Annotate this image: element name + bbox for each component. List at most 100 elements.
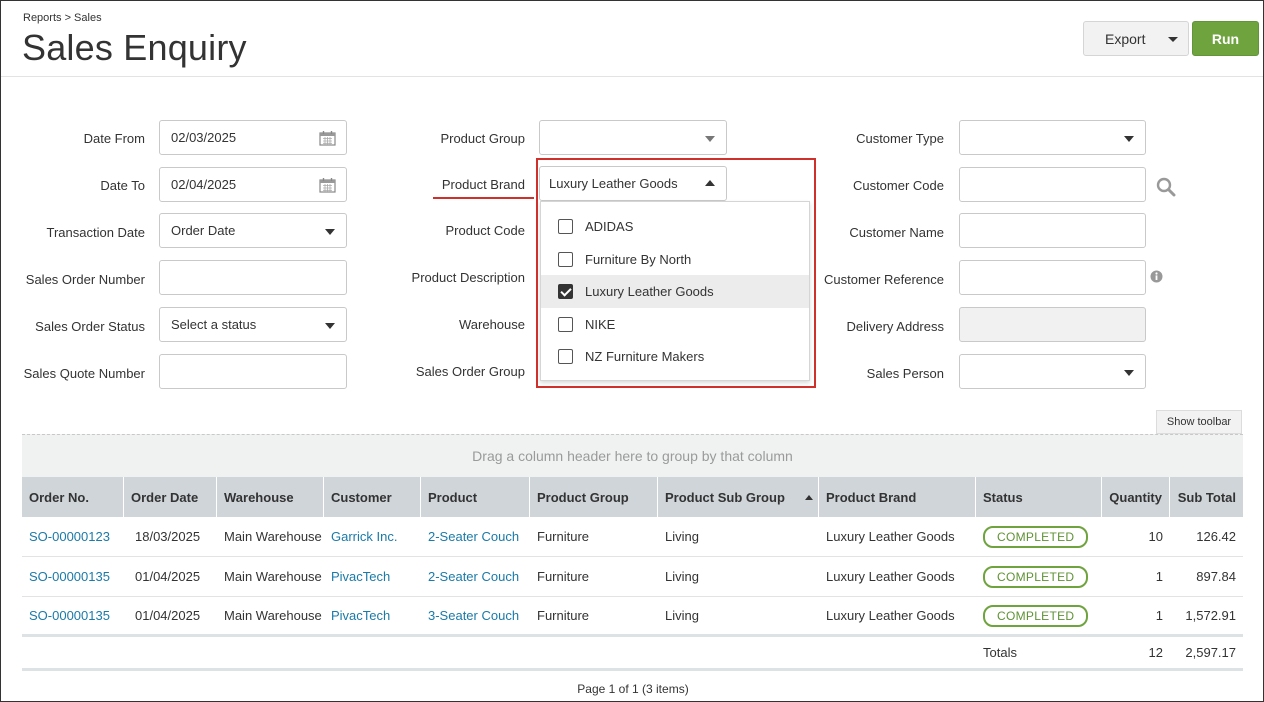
product-group-select[interactable]: [539, 120, 727, 155]
sales-order-number-input[interactable]: [159, 260, 347, 295]
order-no-link[interactable]: SO-00000123: [22, 517, 110, 556]
customer-link[interactable]: PivacTech: [324, 557, 390, 596]
customer-link[interactable]: PivacTech: [324, 596, 390, 635]
product-group-cell: Furniture: [537, 569, 590, 584]
column-header-order-date[interactable]: Order Date: [124, 477, 217, 517]
sales-order-number-label: Sales Order Number: [25, 272, 145, 287]
customer-name-label: Customer Name: [849, 225, 944, 240]
product-group-cell: Furniture: [537, 608, 590, 623]
column-header-customer[interactable]: Customer: [324, 477, 421, 517]
export-button[interactable]: Export: [1083, 21, 1189, 56]
chevron-down-icon: [1124, 370, 1134, 376]
group-by-drop-area[interactable]: Drag a column header here to group by th…: [22, 434, 1243, 477]
order-date-cell: 01/04/2025: [135, 608, 201, 623]
show-toolbar-button[interactable]: Show toolbar: [1156, 410, 1242, 434]
date-from-label: Date From: [83, 131, 145, 146]
sales-person-label: Sales Person: [866, 366, 944, 381]
table-row[interactable]: SO-00000135 01/04/2025 Main Warehouse Pi…: [22, 596, 1243, 636]
transaction-date-select[interactable]: Order Date: [159, 213, 347, 248]
status-cell: COMPLETED: [976, 557, 1089, 596]
column-header-order-no[interactable]: Order No.: [22, 477, 124, 517]
sales-order-status-select[interactable]: Select a status: [159, 307, 347, 342]
search-icon[interactable]: [1156, 177, 1176, 197]
customer-code-label: Customer Code: [852, 178, 944, 193]
customer-code-input[interactable]: [959, 167, 1146, 202]
column-header-status[interactable]: Status: [976, 477, 1102, 517]
quantity-cell: 10: [1148, 529, 1163, 544]
sales-quote-number-input[interactable]: [159, 354, 347, 389]
column-header-warehouse[interactable]: Warehouse: [217, 477, 324, 517]
transaction-date-label: Transaction Date: [46, 225, 145, 240]
grid-header: Order No. Order Date Warehouse Customer …: [22, 477, 1243, 517]
order-date-cell: 18/03/2025: [135, 529, 201, 544]
status-badge: COMPLETED: [983, 565, 1089, 588]
customer-type-label: Customer Type: [856, 131, 944, 146]
run-button[interactable]: Run: [1192, 21, 1259, 56]
annotation-highlight-box: [536, 158, 816, 388]
totals-label: Totals: [983, 644, 1017, 660]
calendar-icon[interactable]: [319, 130, 336, 146]
info-icon[interactable]: [1150, 270, 1163, 283]
chevron-down-icon: [325, 229, 335, 235]
chevron-down-icon: [1124, 136, 1134, 142]
order-date-cell: 01/04/2025: [135, 569, 201, 584]
product-brand-cell: Luxury Leather Goods: [826, 569, 955, 584]
product-sub-group-cell: Living: [665, 529, 699, 544]
date-to-field[interactable]: 02/04/2025: [159, 167, 347, 202]
column-header-sub-total[interactable]: Sub Total: [1170, 477, 1243, 517]
header-divider: [1, 76, 1263, 77]
customer-name-input[interactable]: [959, 213, 1146, 248]
quantity-cell: 1: [1155, 569, 1163, 584]
pager-summary: Page 1 of 1 (3 items): [577, 682, 689, 696]
chevron-down-icon: [1168, 37, 1178, 42]
sub-total-cell: 126.42: [1196, 529, 1236, 544]
annotation-underline: [433, 197, 534, 199]
customer-link[interactable]: Garrick Inc.: [324, 517, 397, 556]
product-link[interactable]: 2-Seater Couch: [421, 517, 519, 556]
column-header-product-sub-group[interactable]: Product Sub Group: [658, 477, 819, 517]
product-code-label: Product Code: [445, 223, 526, 238]
order-no-link[interactable]: SO-00000135: [22, 557, 110, 596]
customer-type-select[interactable]: [959, 120, 1146, 155]
quantity-cell: 1: [1155, 608, 1163, 623]
product-sub-group-cell: Living: [665, 569, 699, 584]
status-badge: COMPLETED: [983, 525, 1089, 548]
product-brand-cell: Luxury Leather Goods: [826, 529, 955, 544]
product-description-label: Product Description: [411, 270, 525, 285]
totals-divider: [22, 668, 1243, 671]
calendar-icon[interactable]: [319, 177, 336, 193]
date-from-field[interactable]: 02/03/2025: [159, 120, 347, 155]
transaction-date-value: Order Date: [171, 223, 236, 238]
warehouse-label: Warehouse: [459, 317, 525, 332]
totals-sub-total: 2,597.17: [1185, 644, 1236, 660]
status-cell: COMPLETED: [976, 517, 1089, 556]
column-header-product[interactable]: Product: [421, 477, 530, 517]
product-group-cell: Furniture: [537, 529, 590, 544]
totals-quantity: 12: [1148, 644, 1163, 660]
product-brand-label: Product Brand: [441, 177, 525, 192]
sales-enquiry-page: Reports > Sales Sales Enquiry Export Run…: [0, 0, 1264, 702]
delivery-address-input: [959, 307, 1146, 342]
date-from-value: 02/03/2025: [171, 130, 237, 145]
customer-reference-input[interactable]: [959, 260, 1146, 295]
table-row[interactable]: SO-00000123 18/03/2025 Main Warehouse Ga…: [22, 517, 1243, 557]
product-sub-group-cell: Living: [665, 608, 699, 623]
column-header-product-brand[interactable]: Product Brand: [819, 477, 976, 517]
order-no-link[interactable]: SO-00000135: [22, 596, 110, 635]
table-row[interactable]: SO-00000135 01/04/2025 Main Warehouse Pi…: [22, 557, 1243, 597]
product-link[interactable]: 2-Seater Couch: [421, 557, 519, 596]
sales-order-status-value: Select a status: [171, 317, 257, 332]
sub-total-cell: 897.84: [1196, 569, 1236, 584]
sales-person-select[interactable]: [959, 354, 1146, 389]
breadcrumb[interactable]: Reports > Sales: [23, 12, 102, 24]
delivery-address-label: Delivery Address: [846, 319, 944, 334]
sort-ascending-icon: [804, 494, 813, 500]
column-header-quantity[interactable]: Quantity: [1102, 477, 1170, 517]
page-title: Sales Enquiry: [22, 27, 247, 68]
column-header-product-group[interactable]: Product Group: [530, 477, 658, 517]
column-header-label: Product Sub Group: [665, 489, 785, 505]
chevron-down-icon: [705, 136, 715, 142]
status-cell: COMPLETED: [976, 596, 1089, 635]
product-link[interactable]: 3-Seater Couch: [421, 596, 519, 635]
sales-order-status-label: Sales Order Status: [35, 319, 145, 334]
